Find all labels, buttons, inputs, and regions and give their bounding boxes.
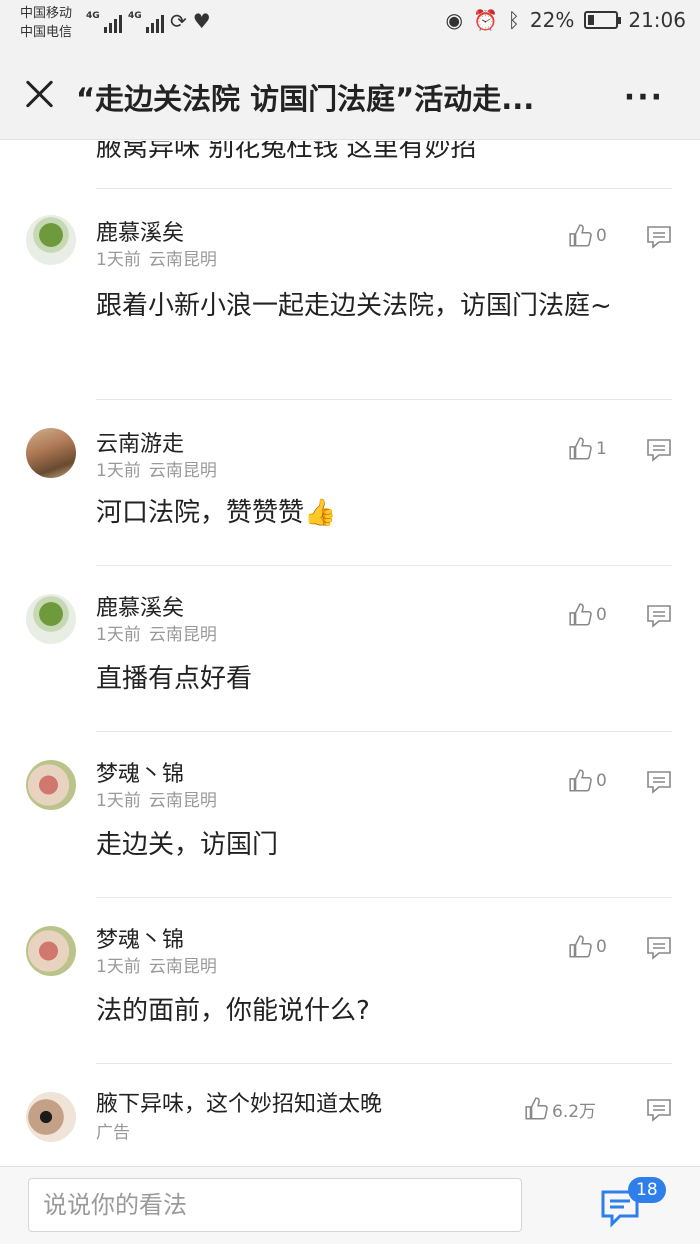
network-type-1: 4G bbox=[86, 11, 100, 21]
sync-icon: ⟳ bbox=[170, 9, 187, 33]
avatar[interactable] bbox=[26, 760, 76, 810]
reply-icon[interactable] bbox=[646, 936, 672, 960]
avatar[interactable] bbox=[26, 594, 76, 644]
comment-time: 1天前 bbox=[96, 791, 141, 811]
avatar[interactable] bbox=[26, 428, 76, 478]
reply-icon[interactable] bbox=[646, 604, 672, 628]
comment-location: 云南昆明 bbox=[148, 791, 217, 811]
alarm-icon: ⏰ bbox=[473, 8, 498, 32]
like-icon bbox=[569, 603, 592, 626]
like-button[interactable]: 0 bbox=[568, 602, 607, 628]
comment-meta: 1天前 云南昆明 bbox=[96, 456, 217, 481]
clipped-text: 腋窝异味 别花冤枉钱 这里有妙招 bbox=[96, 141, 477, 163]
signal-icon: 4G bbox=[86, 11, 122, 33]
battery-percent: 22% bbox=[529, 8, 575, 32]
like-count: 1 bbox=[596, 439, 607, 459]
bluetooth-icon: ᛒ bbox=[507, 8, 520, 32]
avatar[interactable] bbox=[26, 926, 76, 976]
like-count: 0 bbox=[596, 937, 607, 957]
carrier-1: 中国移动 bbox=[20, 6, 73, 21]
comment-username[interactable]: 鹿慕溪矣 bbox=[96, 590, 184, 622]
comment-username[interactable]: 梦魂丶锦 bbox=[96, 756, 184, 788]
comment-location: 云南昆明 bbox=[148, 957, 217, 977]
like-icon bbox=[569, 935, 592, 958]
comment-text: 走边关，访国门 bbox=[96, 830, 279, 860]
status-bar: 中国移动 中国电信 4G 4G ⟳ ♥ ◉ ⏰ ᛒ 22% 21:06 bbox=[0, 0, 700, 50]
comment-meta: 1天前 云南昆明 bbox=[96, 245, 217, 270]
comment-time: 1天前 bbox=[96, 625, 141, 645]
clock: 21:06 bbox=[628, 8, 686, 32]
comment-text: 直播有点好看 bbox=[96, 664, 253, 694]
carrier-names: 中国移动 中国电信 bbox=[20, 4, 72, 42]
comment-time: 1天前 bbox=[96, 250, 141, 270]
signal-icon-2: 4G bbox=[128, 11, 164, 33]
comment-item: 梦魂丶锦 1天前 云南昆明 0 走边关，访国门 bbox=[0, 732, 700, 897]
network-type-2: 4G bbox=[128, 11, 142, 21]
bottom-bar: 说说你的看法 18 bbox=[0, 1166, 700, 1244]
battery-icon bbox=[584, 11, 622, 29]
like-button[interactable]: 0 bbox=[568, 934, 607, 960]
comment-meta: 1天前 云南昆明 bbox=[96, 952, 217, 977]
reply-icon[interactable] bbox=[646, 1098, 672, 1122]
comment-item: 鹿慕溪矣 1天前 云南昆明 0 跟着小新小浪一起走边关法院，访国门法庭~ bbox=[0, 189, 700, 399]
reply-icon[interactable] bbox=[646, 438, 672, 462]
comment-location: 云南昆明 bbox=[148, 625, 217, 645]
comment-item: 云南游走 1天前 云南昆明 1 河口法院，赞赞赞👍 bbox=[0, 400, 700, 565]
like-button[interactable]: 0 bbox=[568, 768, 607, 794]
avatar[interactable] bbox=[26, 215, 76, 265]
comment-location: 云南昆明 bbox=[148, 461, 217, 481]
like-count: 6.2万 bbox=[552, 1101, 597, 1122]
reply-icon[interactable] bbox=[646, 770, 672, 794]
like-button[interactable]: 6.2万 bbox=[524, 1096, 596, 1122]
eye-icon: ◉ bbox=[445, 8, 463, 32]
status-app-icons: ⟳ ♥ bbox=[170, 9, 211, 33]
like-button[interactable]: 0 bbox=[568, 223, 607, 249]
page-title: “走边关法院 访国门法庭”活动走... bbox=[76, 82, 535, 116]
comment-meta: 1天前 云南昆明 bbox=[96, 620, 217, 645]
reply-icon[interactable] bbox=[646, 225, 672, 249]
comment-location: 云南昆明 bbox=[148, 250, 217, 270]
like-icon bbox=[569, 224, 592, 247]
more-icon[interactable]: ··· bbox=[624, 80, 664, 115]
like-count: 0 bbox=[596, 605, 607, 625]
ad-item[interactable]: 腋下异味，这个妙招知道太晚 广告 6.2万 bbox=[0, 1064, 700, 1166]
ad-title[interactable]: 腋下异味，这个妙招知道太晚 bbox=[96, 1086, 382, 1118]
health-icon: ♥ bbox=[192, 9, 211, 33]
comment-text: 法的面前，你能说什么? bbox=[96, 996, 370, 1026]
close-icon[interactable] bbox=[22, 76, 58, 112]
ad-avatar[interactable] bbox=[26, 1092, 76, 1142]
comment-time: 1天前 bbox=[96, 957, 141, 977]
like-count: 0 bbox=[596, 226, 607, 246]
comment-count-badge: 18 bbox=[628, 1177, 666, 1203]
comment-username[interactable]: 鹿慕溪矣 bbox=[96, 215, 184, 247]
comment-text: 河口法院，赞赞赞👍 bbox=[96, 498, 337, 528]
like-icon bbox=[569, 769, 592, 792]
comment-item: 梦魂丶锦 1天前 云南昆明 0 法的面前，你能说什么? bbox=[0, 898, 700, 1063]
comment-item: 鹿慕溪矣 1天前 云南昆明 0 直播有点好看 bbox=[0, 566, 700, 731]
comment-text: 跟着小新小浪一起走边关法院，访国门法庭~ bbox=[96, 291, 612, 321]
comment-time: 1天前 bbox=[96, 461, 141, 481]
like-button[interactable]: 1 bbox=[568, 436, 607, 462]
like-icon bbox=[525, 1097, 548, 1120]
comment-meta: 1天前 云南昆明 bbox=[96, 786, 217, 811]
status-right: ◉ ⏰ ᛒ 22% 21:06 bbox=[446, 8, 686, 32]
comment-list[interactable]: 腋窝异味 别花冤枉钱 这里有妙招 鹿慕溪矣 1天前 云南昆明 0 跟着小新小浪一起… bbox=[0, 141, 700, 1166]
ad-label: 广告 bbox=[96, 1123, 130, 1143]
like-icon bbox=[569, 437, 592, 460]
comment-username[interactable]: 梦魂丶锦 bbox=[96, 922, 184, 954]
like-count: 0 bbox=[596, 771, 607, 791]
comment-input[interactable]: 说说你的看法 bbox=[28, 1178, 522, 1232]
comment-username[interactable]: 云南游走 bbox=[96, 426, 184, 458]
carrier-2: 中国电信 bbox=[20, 25, 73, 40]
app-header: “走边关法院 访国门法庭”活动走... ··· bbox=[0, 50, 700, 140]
